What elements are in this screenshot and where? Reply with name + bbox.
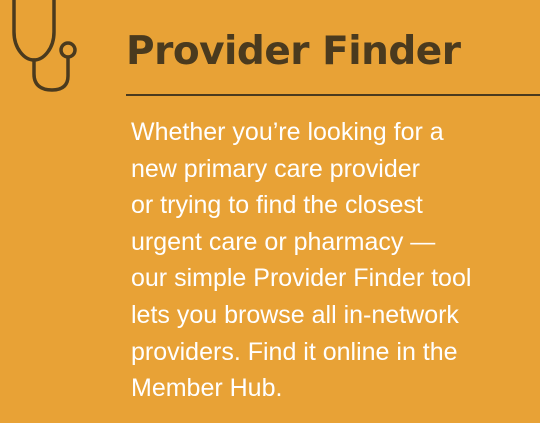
page-title: Provider Finder [126,29,461,74]
description-line: providers. Find it online in the [131,337,458,366]
description-line: our simple Provider Finder tool [131,264,472,293]
stethoscope-icon [0,0,96,100]
title-divider [126,94,540,96]
description-paragraph: Whether you’re looking for a new primary… [131,114,531,407]
description-line: urgent care or pharmacy — [131,227,436,256]
provider-finder-card: Provider Finder Whether you’re looking f… [0,0,540,423]
description-line: or trying to find the closest [131,191,423,220]
description-line: lets you browse all in-network [131,300,459,329]
description-line: Member Hub. [131,374,283,403]
description-line: Whether you’re looking for a [131,118,444,146]
description-line: new primary care provider [131,154,420,183]
